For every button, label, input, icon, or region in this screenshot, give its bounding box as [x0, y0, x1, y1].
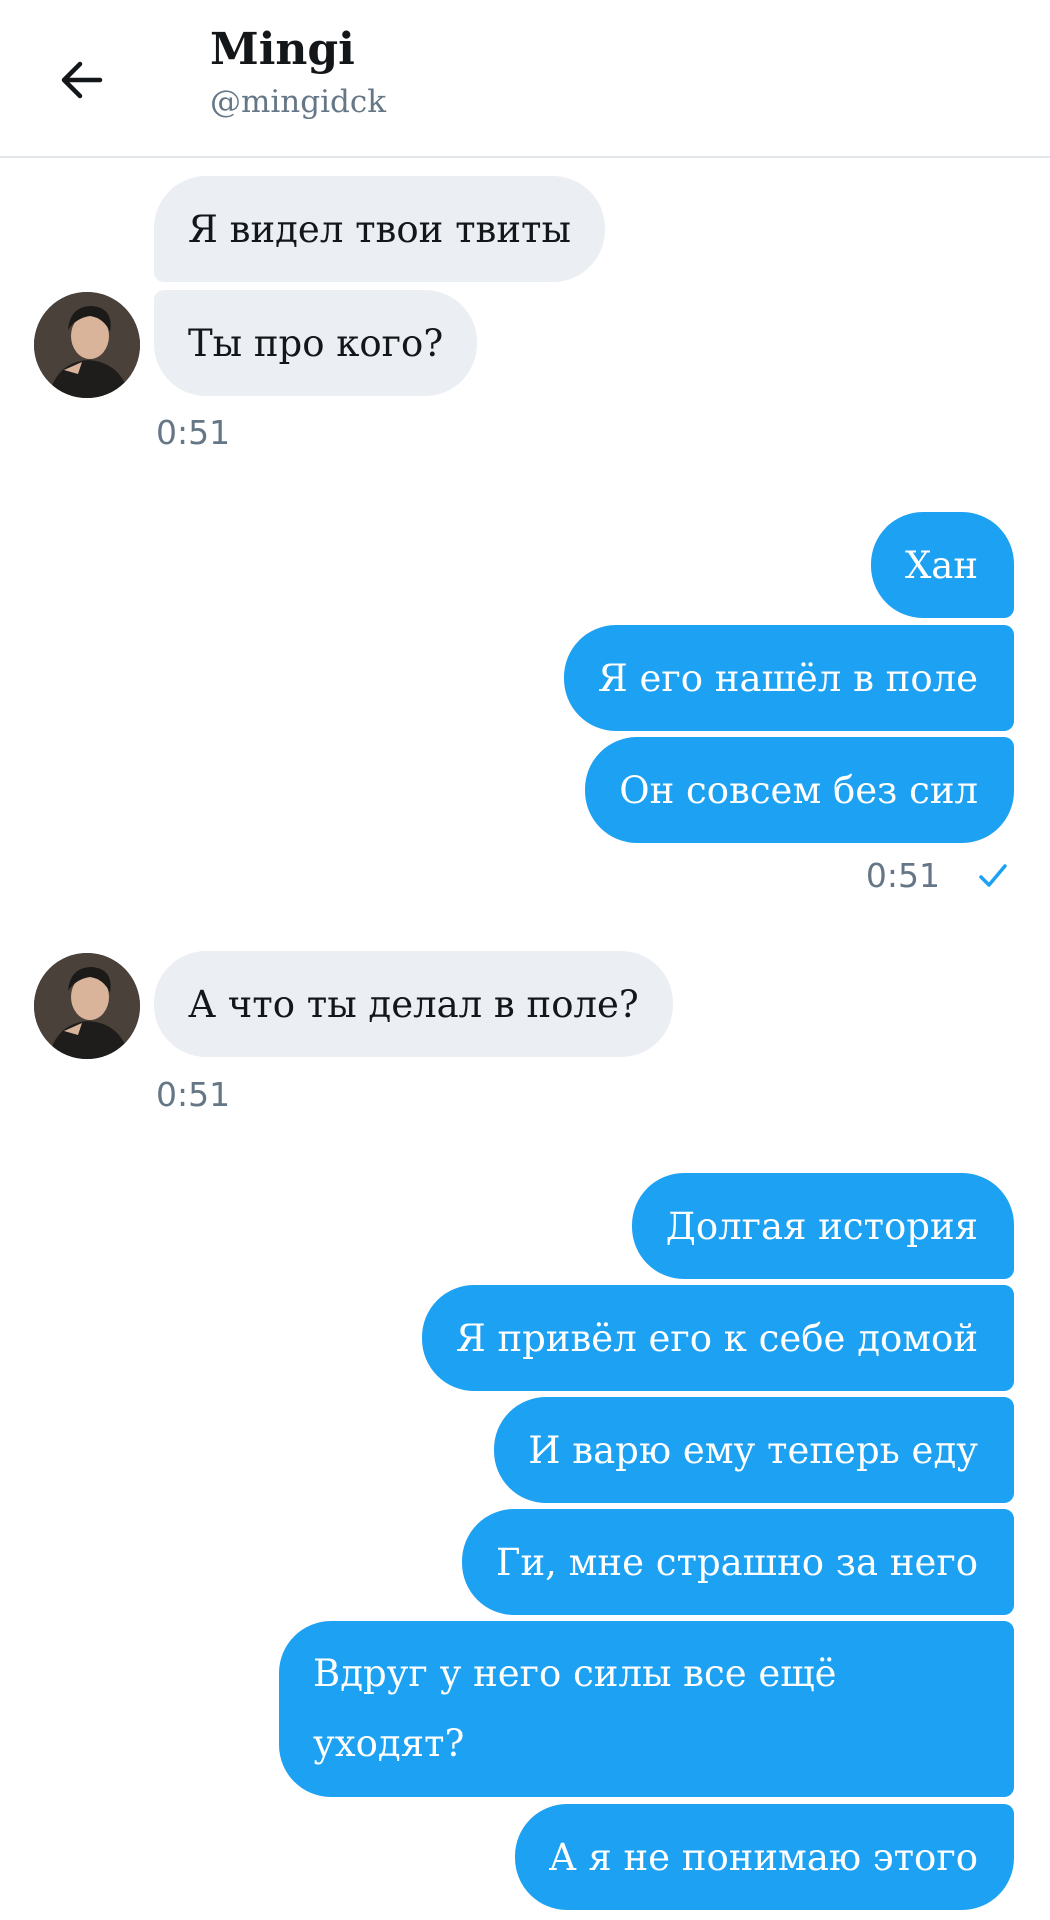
message-bubble-outgoing[interactable]: Я привёл его к себе домой [421, 1285, 1014, 1391]
message-bubble-outgoing[interactable]: Хан [870, 512, 1014, 618]
message-text: А я не понимаю этого [548, 1835, 978, 1879]
message-text: Я привёл его к себе домой [455, 1316, 978, 1360]
message-text: И варю ему теперь еду [528, 1428, 978, 1472]
avatar[interactable] [34, 953, 140, 1059]
profile-photo-icon [34, 292, 140, 398]
message-text: Вдруг у него силы все ещё уходят? [313, 1652, 837, 1765]
arrow-left-icon [61, 61, 103, 99]
message-text: Я его нашёл в поле [597, 656, 978, 700]
avatar[interactable] [34, 292, 140, 398]
message-text: Хан [904, 543, 978, 587]
contact-name[interactable]: Mingi [210, 22, 355, 78]
message-bubble-outgoing[interactable]: Я его нашёл в поле [563, 625, 1014, 731]
message-text: Ги, мне страшно за него [495, 1540, 978, 1584]
message-text: Я видел твои твиты [188, 207, 571, 251]
message-timestamp: 0:51 [156, 413, 231, 452]
message-text: Он совсем без сил [619, 768, 978, 812]
message-bubble-outgoing[interactable]: Вдруг у него силы все ещё уходят? [279, 1621, 1014, 1797]
message-bubble-incoming[interactable]: А что ты делал в поле? [154, 951, 673, 1057]
message-bubble-outgoing[interactable]: Долгая история [631, 1173, 1014, 1279]
message-text: Ты про кого? [188, 321, 444, 365]
message-text: А что ты делал в поле? [188, 982, 639, 1026]
profile-photo-icon [34, 953, 140, 1059]
message-bubble-outgoing[interactable]: Он совсем без сил [585, 737, 1014, 843]
message-bubble-outgoing[interactable]: И варю ему теперь еду [494, 1397, 1014, 1503]
contact-handle: @mingidck [210, 84, 387, 120]
back-button[interactable] [42, 40, 122, 120]
message-timestamp: 0:51 [865, 856, 940, 895]
conversation-header: Mingi @mingidck [0, 0, 1050, 158]
message-bubble-incoming[interactable]: Ты про кого? [154, 290, 478, 396]
checkmark-icon [979, 864, 1007, 887]
message-bubble-incoming[interactable]: Я видел твои твиты [154, 176, 605, 282]
message-bubble-outgoing[interactable]: Ги, мне страшно за него [461, 1509, 1014, 1615]
message-timestamp: 0:51 [156, 1075, 231, 1114]
message-bubble-outgoing[interactable]: А я не понимаю этого [514, 1804, 1014, 1910]
message-text: Долгая история [665, 1204, 978, 1248]
